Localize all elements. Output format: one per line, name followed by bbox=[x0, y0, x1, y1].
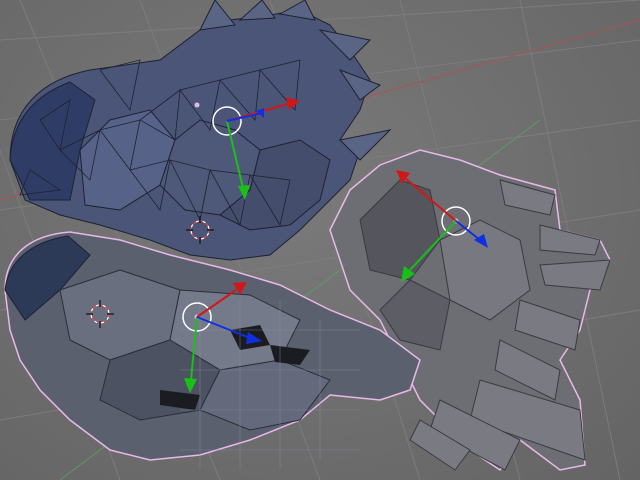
object-origin-dot bbox=[194, 102, 200, 108]
mesh-object-right-fan[interactable] bbox=[329, 149, 611, 472]
viewport-scene[interactable] bbox=[0, 0, 640, 480]
3d-viewport[interactable] bbox=[0, 0, 640, 480]
